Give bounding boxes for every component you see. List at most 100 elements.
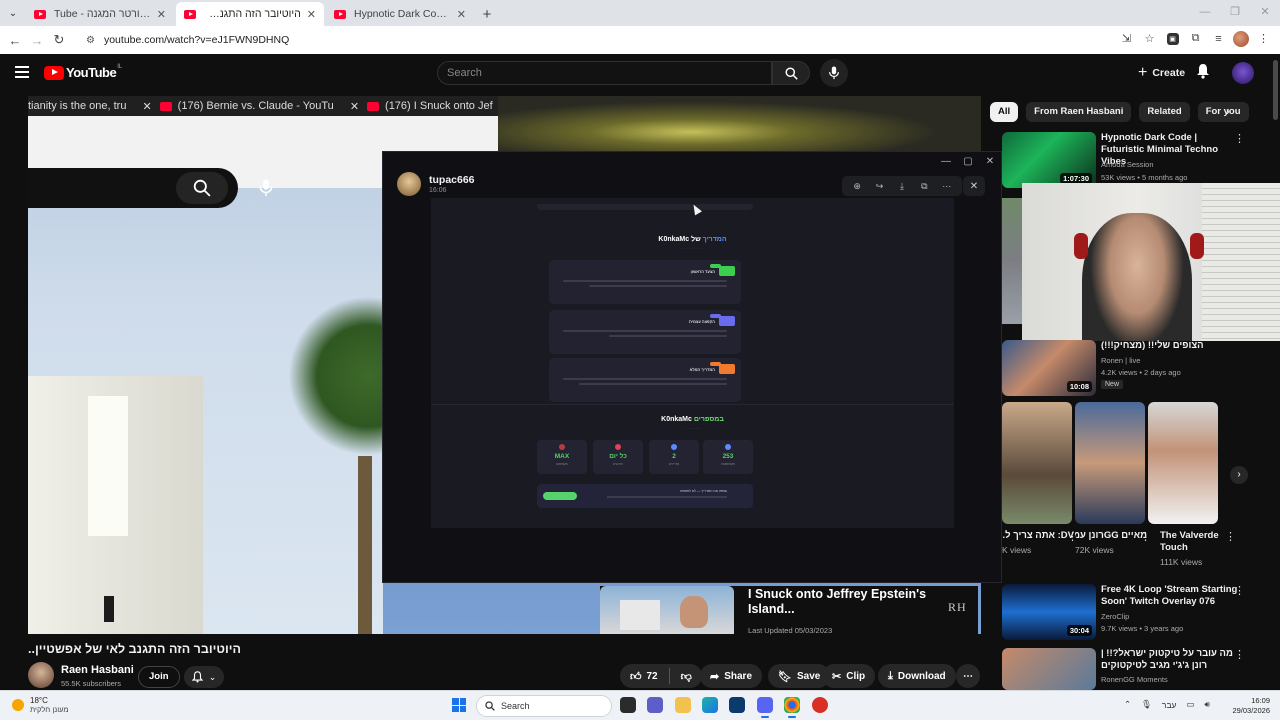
chip-related[interactable]: Related <box>1139 102 1190 122</box>
more-icon[interactable]: ⋮ <box>1234 584 1245 597</box>
close-window-icon[interactable]: ✕ <box>979 156 1001 167</box>
edge-icon[interactable] <box>702 697 718 713</box>
recommendation-item[interactable]: מה עובר על טיקטוק ישראל?!! | רונן ג'ג'י … <box>1002 648 1270 690</box>
file-explorer-icon[interactable] <box>675 697 691 713</box>
notifications-bell-icon[interactable] <box>1196 63 1210 82</box>
like-count[interactable]: 72 <box>647 671 658 682</box>
search-button[interactable] <box>772 61 810 85</box>
short-title[interactable]: DV: אתה צריך ל... <box>1002 530 1074 542</box>
start-button-icon[interactable] <box>452 698 466 712</box>
language-indicator[interactable]: עבר <box>1162 700 1177 710</box>
like-icon[interactable]: 👍︎ <box>630 670 642 683</box>
more-menu-icon[interactable]: ⋮ <box>1255 30 1272 47</box>
minimize-icon[interactable]: — <box>1190 0 1220 26</box>
app-icon[interactable] <box>812 697 828 713</box>
short-views: K views <box>1002 545 1032 555</box>
network-icon[interactable]: ▭ <box>1187 699 1195 710</box>
short-thumbnail[interactable] <box>1148 402 1218 524</box>
download-button[interactable]: ⤓ Download <box>878 664 956 688</box>
forward-icon[interactable]: → <box>26 33 48 48</box>
subscription-bell-button[interactable]: ⌄ <box>184 666 224 688</box>
chrome-icon[interactable] <box>784 697 800 718</box>
chevron-up-icon[interactable]: ⌃ <box>1124 699 1131 710</box>
more-icon[interactable]: ⋮ <box>1234 648 1245 661</box>
short-thumbnail[interactable] <box>1075 402 1145 524</box>
site-info-icon[interactable]: ⚙ <box>86 35 95 46</box>
install-icon[interactable]: ⇲ <box>1118 30 1135 47</box>
weather-widget[interactable]: 18°C מעונן חלקית <box>12 696 69 714</box>
maximize-icon[interactable]: ❐ <box>1220 0 1250 26</box>
bookmark-star-icon[interactable]: ☆ <box>1141 30 1158 47</box>
chip-from-channel[interactable]: From Raen Hasbani <box>1026 102 1132 122</box>
create-button[interactable]: + Create <box>1128 61 1196 85</box>
taskbar-search[interactable]: Search <box>476 695 612 717</box>
store-icon[interactable] <box>729 697 745 713</box>
close-icon[interactable]: ✕ <box>307 8 316 21</box>
channel-name[interactable]: Raen Hasbani <box>61 664 134 676</box>
channel-avatar[interactable] <box>28 662 54 688</box>
browser-tab[interactable]: Tube - וה ההסכורטר המגנה ✕ <box>26 2 174 26</box>
dislike-icon[interactable]: 👎︎ <box>681 670 702 683</box>
zoom-icon[interactable]: ⊕ <box>849 181 865 192</box>
extension-icon[interactable]: ▣ <box>1164 30 1181 47</box>
clip-button[interactable]: ✂ Clip <box>822 664 876 688</box>
recommendation-item[interactable]: 10:08 הצופים שלי!! (מצחיק!!!) Ronen | li… <box>1002 340 1270 400</box>
profile-avatar-icon[interactable] <box>1233 30 1249 47</box>
teams-icon[interactable] <box>647 697 663 713</box>
tab-search-icon[interactable]: ⌄ <box>0 0 26 26</box>
save-button[interactable]: 🔖︎ Save <box>768 664 831 688</box>
short-title[interactable]: The Valverde Touch <box>1160 530 1232 554</box>
chip-all[interactable]: All <box>990 102 1019 122</box>
tab-label: Tube - וה ההסכורטר המגנה <box>54 8 151 20</box>
more-icon[interactable]: ⋯ <box>939 181 955 192</box>
close-icon[interactable]: ✕ <box>157 8 166 21</box>
download-icon[interactable]: ⤓ <box>894 181 910 192</box>
author-avatar[interactable] <box>397 172 421 196</box>
new-tab-button[interactable]: + <box>476 2 498 26</box>
shared-image[interactable]: המדריך של K0nkaMc . . . . . . . . . . . … <box>431 198 954 528</box>
filter-chips: All From Raen Hasbani Related For you <box>990 102 1249 122</box>
youtube-logo[interactable]: YouTube IL <box>44 64 122 80</box>
more-icon[interactable]: ⋮ <box>1234 132 1245 145</box>
recommendation-item[interactable]: 30:04 Free 4K Loop 'Stream Starting Soon… <box>1002 584 1270 644</box>
chevron-right-icon[interactable]: › <box>1230 466 1248 484</box>
back-icon[interactable]: ← <box>4 33 26 48</box>
task-view-icon[interactable] <box>620 697 636 713</box>
close-window-icon[interactable]: ✕ <box>1250 0 1280 26</box>
search-input[interactable]: Search <box>437 61 772 85</box>
share-button[interactable]: ➦ Share <box>700 664 763 688</box>
extensions-puzzle-icon[interactable]: ⧉ <box>1187 30 1204 47</box>
menu-icon[interactable] <box>15 66 29 81</box>
browser-tab-active[interactable]: היוטיובר הזה התגנב לאי של אפ... ✕ <box>176 2 324 26</box>
media-icon[interactable]: ≡ <box>1210 30 1227 47</box>
video-title: היוטיובר הזה התגנב לאי של אפשטיין.. <box>28 642 241 656</box>
more-icon[interactable]: ⋮ <box>1225 530 1236 543</box>
browser-tab[interactable]: Hypnotic Dark Code | Futuristic ✕ <box>326 2 474 26</box>
discord-icon[interactable] <box>757 697 773 718</box>
close-icon[interactable]: ✕ <box>457 8 466 21</box>
more-actions-button[interactable]: ⋯ <box>956 664 980 688</box>
maximize-icon[interactable]: ▢ <box>957 156 979 167</box>
url-field[interactable]: ⚙ youtube.com/watch?v=eJ1FWN9DHNQ <box>78 29 1098 51</box>
join-button[interactable]: Join <box>138 666 180 688</box>
short-thumbnail[interactable] <box>1002 402 1072 524</box>
chevron-right-icon[interactable]: › <box>1220 104 1236 120</box>
voice-search-button[interactable] <box>820 59 848 87</box>
close-viewer-button[interactable]: ✕ <box>963 176 985 196</box>
chevron-down-icon: ⌄ <box>208 671 217 682</box>
account-avatar[interactable] <box>1232 62 1254 84</box>
share-label: Share <box>724 670 753 682</box>
taskbar-clock[interactable]: 16:09 29/03/2026 <box>1222 696 1270 716</box>
volume-icon[interactable]: 🔊︎ <box>1205 699 1210 710</box>
end-screen-card[interactable]: I Snuck onto Jeffrey Epstein's Island...… <box>600 586 978 635</box>
reload-icon[interactable]: ↻ <box>48 32 70 48</box>
bookmark-icon: 🔖︎ <box>778 670 792 683</box>
author-name[interactable]: tupac666 <box>429 174 475 186</box>
open-external-icon[interactable]: ⧉ <box>916 181 932 192</box>
more-icon[interactable]: ⋮ <box>1140 530 1151 543</box>
page-scrollbar[interactable] <box>1273 60 1278 690</box>
forward-icon[interactable]: ↪ <box>872 181 888 192</box>
minimize-icon[interactable]: — <box>935 156 957 167</box>
short-title[interactable]: מאיים GGרונן עמרם דניאל ... <box>1075 530 1147 542</box>
microphone-icon[interactable]: 🎙︎ <box>1141 699 1152 710</box>
